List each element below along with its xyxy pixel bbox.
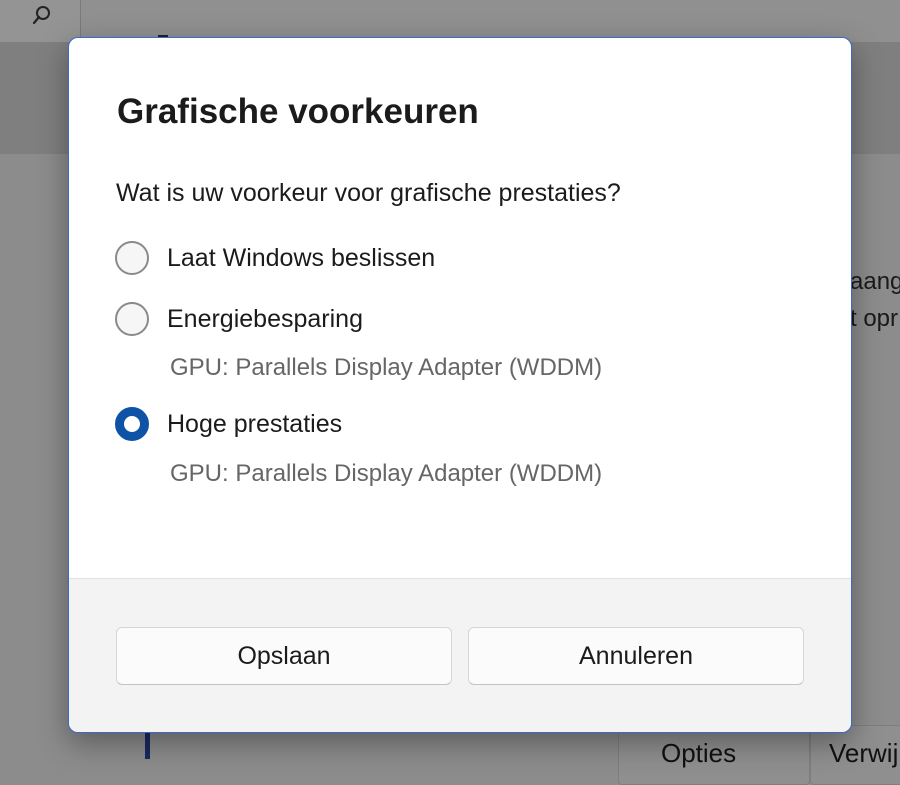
dialog-title: Grafische voorkeuren (117, 92, 479, 131)
radio-option-label: Energiebesparing (167, 304, 363, 333)
radio-option-power-saving[interactable]: Energiebesparing (115, 299, 363, 339)
background-text-line: t opr (850, 305, 899, 332)
radio-button[interactable] (115, 241, 149, 275)
radio-option-high-performance[interactable]: Hoge prestaties (115, 404, 342, 444)
background-options-label: Opties (661, 738, 737, 768)
radio-button[interactable] (115, 302, 149, 336)
cancel-button[interactable]: Annuleren (468, 627, 804, 685)
save-button[interactable]: Opslaan (116, 627, 452, 685)
dialog-footer: Opslaan Annuleren (69, 578, 851, 732)
radio-button-selected[interactable] (115, 407, 149, 441)
background-options-button[interactable]: Opties (618, 725, 810, 785)
background-search-button[interactable] (0, 0, 81, 42)
graphics-preferences-dialog: Grafische voorkeuren Wat is uw voorkeur … (68, 37, 852, 733)
search-icon (32, 6, 50, 25)
background-text-line: aang (850, 268, 900, 295)
radio-option-label: Hoge prestaties (167, 409, 343, 438)
background-selection-indicator (145, 733, 150, 759)
dialog-question: Wat is uw voorkeur voor grafische presta… (116, 179, 621, 207)
background-remove-button[interactable]: Verwij (810, 725, 900, 785)
gpu-info-text: GPU: Parallels Display Adapter (WDDM) (170, 460, 603, 487)
radio-option-label: Laat Windows beslissen (167, 243, 436, 272)
gpu-info-text: GPU: Parallels Display Adapter (WDDM) (170, 354, 603, 381)
radio-option-let-windows-decide[interactable]: Laat Windows beslissen (115, 238, 435, 278)
background-remove-label: Verwij (829, 738, 899, 768)
